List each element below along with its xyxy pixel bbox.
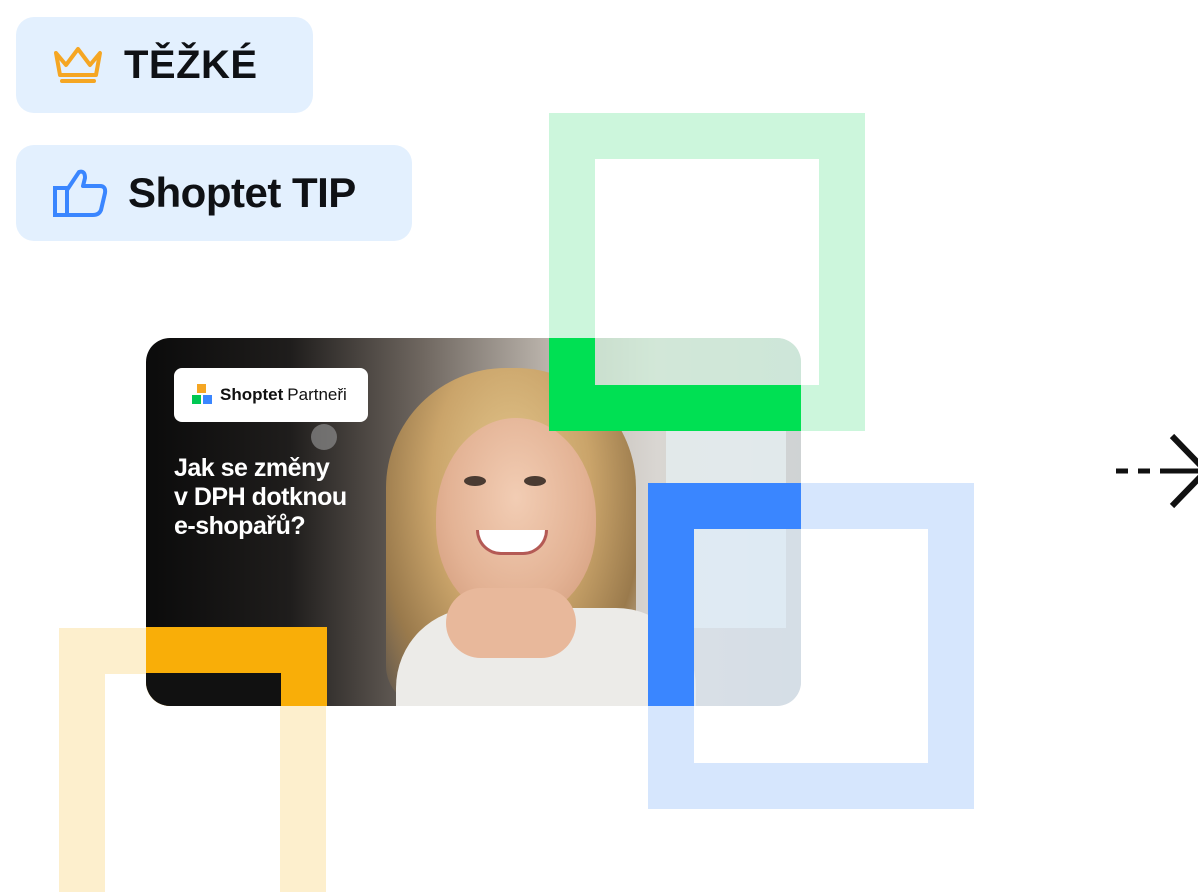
article-card[interactable]: Shoptet Partneři Jak se změny v DPH dotk… — [146, 338, 801, 706]
crown-icon — [52, 45, 104, 85]
shoptet-logo-icon — [192, 384, 212, 404]
shoptet-partneri-logo: Shoptet Partneři — [174, 368, 368, 422]
headline-line: Jak se změny — [174, 454, 330, 482]
headline-line: e-shopařů? — [174, 512, 306, 540]
tip-badge: Shoptet TIP — [16, 145, 412, 241]
difficulty-badge: TĚŽKÉ — [16, 17, 313, 113]
difficulty-label: TĚŽKÉ — [124, 42, 258, 87]
logo-brand: Shoptet — [220, 385, 284, 404]
headline-line: v DPH dotknou — [174, 483, 347, 511]
light-spot — [311, 424, 337, 450]
tip-label: Shoptet TIP — [128, 169, 356, 216]
card-headline: Jak se změny v DPH dotknou e-shopařů? — [174, 454, 404, 541]
thumbs-up-icon — [52, 168, 108, 218]
logo-suffix: Partneři — [287, 385, 347, 404]
dashed-arrow-right-icon — [1116, 433, 1198, 509]
